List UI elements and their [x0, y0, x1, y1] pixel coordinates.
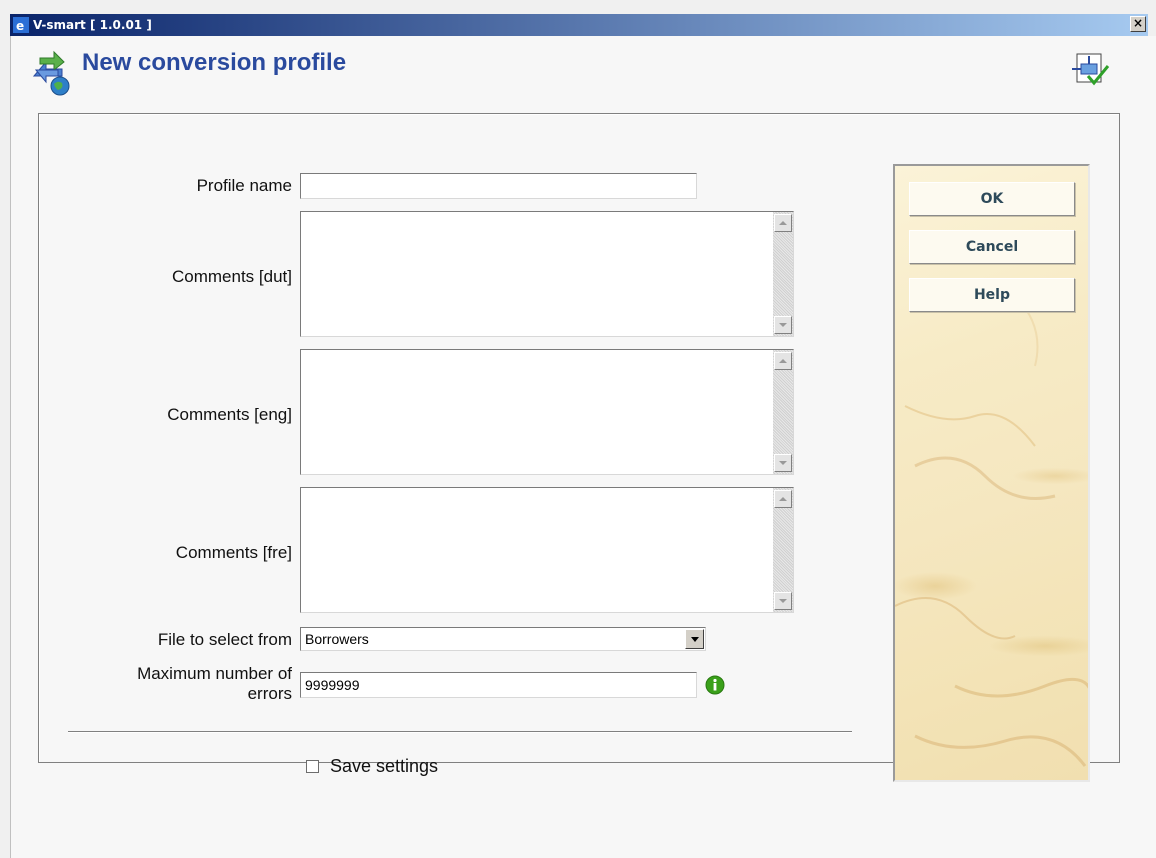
save-settings-checkbox[interactable] — [306, 760, 319, 773]
window-titlebar: e V-smart [ 1.0.01 ] × — [10, 14, 1148, 36]
scroll-up-button[interactable] — [774, 214, 792, 232]
comments-fre-textarea[interactable] — [301, 488, 773, 612]
comments-dut-textarea[interactable] — [301, 212, 773, 336]
chevron-down-icon — [779, 323, 787, 327]
file-select-value: Borrowers — [305, 631, 369, 647]
cancel-button[interactable]: Cancel — [909, 230, 1075, 264]
page-title: New conversion profile — [82, 49, 347, 76]
app-icon: e — [13, 17, 29, 33]
comments-eng-field[interactable] — [300, 349, 794, 475]
scroll-down-button[interactable] — [774, 592, 792, 610]
close-button[interactable]: × — [1130, 16, 1146, 32]
window-title: V-smart [ 1.0.01 ] — [33, 18, 152, 32]
scroll-down-button[interactable] — [774, 316, 792, 334]
help-button[interactable]: Help — [909, 278, 1075, 312]
info-icon[interactable] — [705, 675, 725, 700]
chevron-down-icon — [779, 599, 787, 603]
ok-button[interactable]: OK — [909, 182, 1075, 216]
conversion-profile-icon — [24, 48, 74, 103]
save-settings-label: Save settings — [330, 756, 439, 776]
scroll-down-button[interactable] — [774, 454, 792, 472]
comments-dut-label: Comments [dut] — [172, 267, 292, 286]
file-select-dropdown[interactable]: Borrowers — [300, 627, 706, 651]
svg-text:e: e — [16, 19, 24, 33]
comments-fre-field[interactable] — [300, 487, 794, 613]
max-errors-label-line1: Maximum number of — [137, 664, 292, 683]
max-errors-label: Maximum number of errors — [80, 664, 292, 704]
profile-name-input[interactable] — [300, 173, 697, 199]
profile-name-label: Profile name — [196, 176, 292, 195]
comments-dut-field[interactable] — [300, 211, 794, 337]
scroll-up-button[interactable] — [774, 352, 792, 370]
chevron-down-icon — [779, 461, 787, 465]
chevron-up-icon — [779, 221, 787, 225]
action-panel: OK Cancel Help — [893, 164, 1090, 782]
max-errors-input[interactable] — [300, 672, 697, 698]
comments-eng-scrollbar[interactable] — [773, 350, 793, 474]
comments-dut-scrollbar[interactable] — [773, 212, 793, 336]
dropdown-arrow-button[interactable] — [685, 629, 704, 649]
chevron-up-icon — [779, 497, 787, 501]
max-errors-label-line2: errors — [247, 684, 292, 703]
comments-eng-textarea[interactable] — [301, 350, 773, 474]
save-settings-row[interactable]: Save settings — [306, 756, 438, 777]
chevron-up-icon — [779, 359, 787, 363]
comments-fre-scrollbar[interactable] — [773, 488, 793, 612]
comments-eng-label: Comments [eng] — [167, 405, 292, 424]
chevron-down-icon — [690, 636, 699, 642]
separator — [68, 731, 852, 733]
scroll-up-button[interactable] — [774, 490, 792, 508]
file-select-label: File to select from — [157, 630, 292, 649]
comments-fre-label: Comments [fre] — [175, 543, 292, 562]
document-check-icon[interactable] — [1070, 52, 1114, 97]
